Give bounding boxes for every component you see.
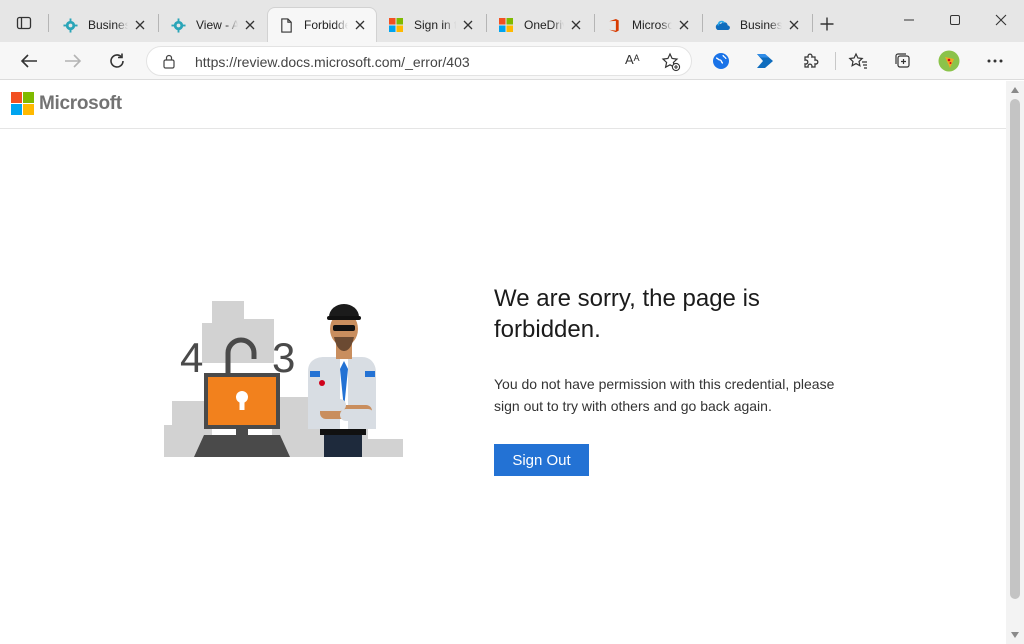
tab-divider	[486, 14, 487, 32]
microsoft-squares-icon	[11, 92, 34, 115]
gear-blue-icon	[62, 17, 78, 33]
tab-label: Microsoft	[632, 18, 672, 32]
tab-strip: Business View - A Forbidden Sign in t On…	[0, 0, 1024, 42]
tab-business-1[interactable]: Business	[52, 8, 156, 42]
page-title: We are sorry, the page is forbidden.	[494, 285, 760, 343]
sign-out-button[interactable]: Sign Out	[494, 444, 589, 476]
tab-label: Forbidden	[304, 18, 348, 32]
scroll-down-icon[interactable]	[1011, 632, 1019, 638]
new-tab-button[interactable]	[814, 12, 840, 36]
favorites-button[interactable]	[843, 46, 873, 76]
monitor-lock-icon	[194, 373, 290, 457]
close-tab-icon[interactable]	[132, 17, 148, 33]
avatar	[938, 50, 960, 72]
read-aloud-icon[interactable]: Aᴬ	[625, 52, 640, 67]
vertical-scrollbar[interactable]	[1006, 81, 1024, 644]
page-content: Microsoft 4 3 We are sorry, the page is …	[0, 81, 1006, 644]
settings-more-button[interactable]	[980, 46, 1010, 76]
add-favorite-icon[interactable]	[661, 52, 681, 72]
power-automate-icon	[757, 54, 773, 68]
close-window-button[interactable]	[978, 4, 1024, 36]
tab-label: Business	[88, 18, 128, 32]
digit-four: 4	[180, 334, 203, 381]
close-icon	[995, 14, 1007, 26]
close-tab-icon[interactable]	[786, 17, 802, 33]
more-dots-icon	[987, 59, 1003, 63]
tab-divider	[158, 14, 159, 32]
extension-globe-button[interactable]	[706, 46, 736, 76]
tab-divider	[702, 14, 703, 32]
close-tab-icon[interactable]	[460, 17, 476, 33]
minimize-button[interactable]	[886, 4, 932, 36]
profile-button[interactable]	[934, 46, 964, 76]
gear-blue-icon	[170, 17, 186, 33]
plus-icon	[820, 17, 834, 31]
page-icon	[278, 17, 294, 33]
microsoft-logo[interactable]: Microsoft	[11, 92, 122, 115]
puzzle-icon	[804, 53, 819, 68]
tab-label: Business	[740, 18, 782, 32]
maximize-button[interactable]	[932, 4, 978, 36]
office-logo-icon	[606, 17, 622, 33]
microsoft-logo-icon	[388, 17, 404, 33]
extensions-button[interactable]	[796, 46, 826, 76]
tab-label: OneDrive	[524, 18, 564, 32]
close-tab-icon[interactable]	[352, 17, 368, 33]
close-tab-icon[interactable]	[242, 17, 258, 33]
tab-business-2[interactable]: Business	[704, 8, 810, 42]
browser-toolbar: https://review.docs.microsoft.com/_error…	[0, 42, 1024, 80]
refresh-icon	[110, 53, 124, 68]
extension-arrow-button[interactable]	[750, 46, 780, 76]
microsoft-logo-icon	[498, 17, 514, 33]
close-tab-icon[interactable]	[676, 17, 692, 33]
tab-label: Sign in t	[414, 18, 456, 32]
tab-onedrive[interactable]: OneDrive	[488, 8, 592, 42]
back-button[interactable]	[14, 46, 44, 76]
collections-button[interactable]	[888, 46, 918, 76]
maximize-icon	[950, 15, 960, 25]
lock-icon[interactable]	[163, 54, 175, 69]
tab-label: View - A	[196, 18, 238, 32]
tab-actions-button[interactable]	[8, 9, 40, 37]
tab-view[interactable]: View - A	[160, 8, 266, 42]
arrow-right-icon	[65, 54, 82, 68]
address-bar[interactable]: https://review.docs.microsoft.com/_error…	[146, 46, 692, 76]
favorites-icon	[848, 52, 867, 69]
tab-actions-icon	[16, 16, 32, 30]
refresh-button[interactable]	[102, 46, 132, 76]
scrollbar-thumb[interactable]	[1010, 99, 1020, 599]
forward-button[interactable]	[58, 46, 88, 76]
error-message: You do not have permission with this cre…	[494, 376, 835, 414]
tab-divider	[48, 14, 49, 32]
minimize-icon	[904, 19, 914, 21]
close-tab-icon[interactable]	[568, 17, 584, 33]
tab-divider	[594, 14, 595, 32]
forbidden-illustration: 4 3	[164, 301, 403, 457]
toolbar-divider	[835, 52, 836, 70]
url-text[interactable]: https://review.docs.microsoft.com/_error…	[195, 54, 470, 70]
tab-sign-in[interactable]: Sign in t	[378, 8, 484, 42]
collections-icon	[895, 53, 910, 68]
onedrive-cloud-icon	[714, 17, 730, 33]
arrow-left-icon	[20, 54, 37, 68]
globe-icon	[713, 53, 729, 69]
brand-name: Microsoft	[39, 92, 122, 114]
site-header: Microsoft	[0, 81, 1006, 129]
scroll-up-icon[interactable]	[1011, 87, 1019, 93]
tab-forbidden[interactable]: Forbidden	[268, 8, 376, 42]
tab-microsoft-office[interactable]: Microsoft	[596, 8, 700, 42]
tab-divider	[812, 14, 813, 32]
